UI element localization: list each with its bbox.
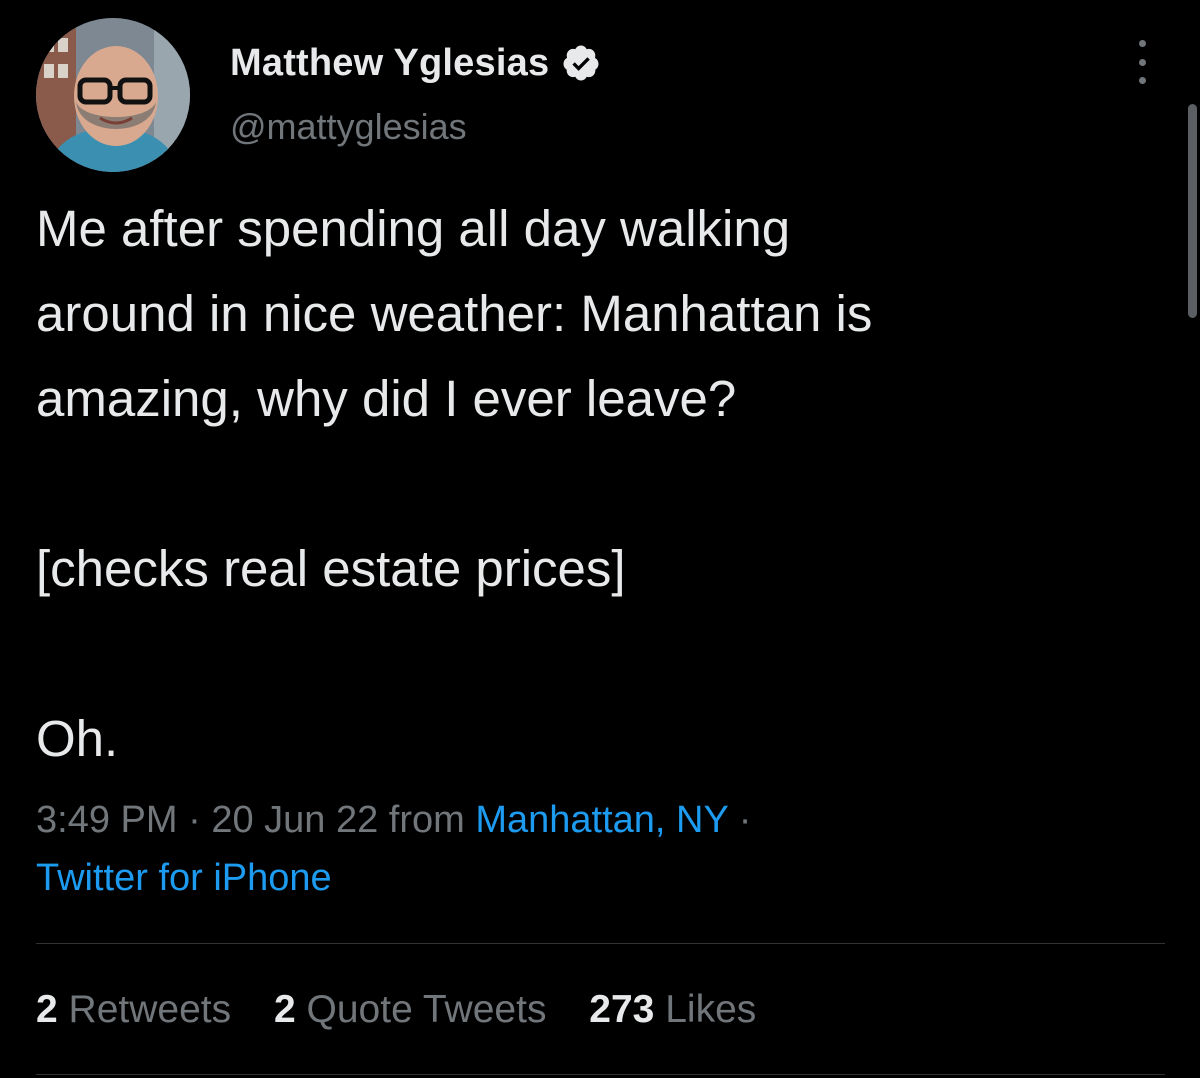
meta-separator: · [188,799,201,841]
tweet-line [36,611,1176,696]
tweet-text: Me after spending all day walking around… [36,186,1176,781]
tweet-line: Me after spending all day walking [36,200,791,257]
likes-count: 273 [589,988,655,1031]
from-label: from [388,799,465,841]
tweet-line [36,441,1176,526]
location-link[interactable]: Manhattan, NY [475,799,728,841]
more-dot-icon [1138,58,1146,66]
tweet-meta-row: 3:49 PM · 20 Jun 22 from Manhattan, NY · [36,791,1166,849]
more-options-icon[interactable] [1124,40,1160,84]
tweet-line: amazing, why did I ever leave? [36,370,737,427]
quote-tweets-label: Quote Tweets [306,988,547,1031]
avatar[interactable] [36,18,190,172]
tweet-line: [checks real estate prices] [36,540,626,597]
tweet-source-row: Twitter for iPhone [36,849,1166,907]
tweet-meta: 3:49 PM · 20 Jun 22 from Manhattan, NY ·… [36,791,1166,907]
divider [36,1074,1165,1075]
engagement-stats: 2 Retweets 2 Quote Tweets 273 Likes [36,982,788,1038]
likes-label: Likes [665,988,757,1031]
verified-badge-icon [563,45,599,81]
tweet-line: around in nice weather: Manhattan is [36,285,873,342]
tweet-date[interactable]: 20 Jun 22 [211,799,378,841]
tweet-line: Oh. [36,710,119,767]
retweets-label: Retweets [68,988,232,1031]
scrollbar-thumb[interactable] [1188,104,1197,318]
meta-separator: · [738,799,752,841]
quote-tweets-count: 2 [273,988,296,1031]
source-link[interactable]: Twitter for iPhone [36,857,332,899]
tweet-time[interactable]: 3:49 PM [36,799,178,841]
retweets-stat[interactable]: 2 Retweets [36,988,231,1031]
divider [36,943,1165,944]
more-dot-icon [1138,77,1146,84]
author-name-row: Matthew Yglesias [230,38,601,88]
author-display-name[interactable]: Matthew Yglesias [230,42,549,85]
retweets-count: 2 [36,988,58,1031]
quote-tweets-stat[interactable]: 2 Quote Tweets [274,988,546,1031]
likes-stat[interactable]: 273 Likes [589,988,756,1031]
author-handle[interactable]: @mattyglesias [230,106,467,148]
more-dot-icon [1138,40,1146,47]
